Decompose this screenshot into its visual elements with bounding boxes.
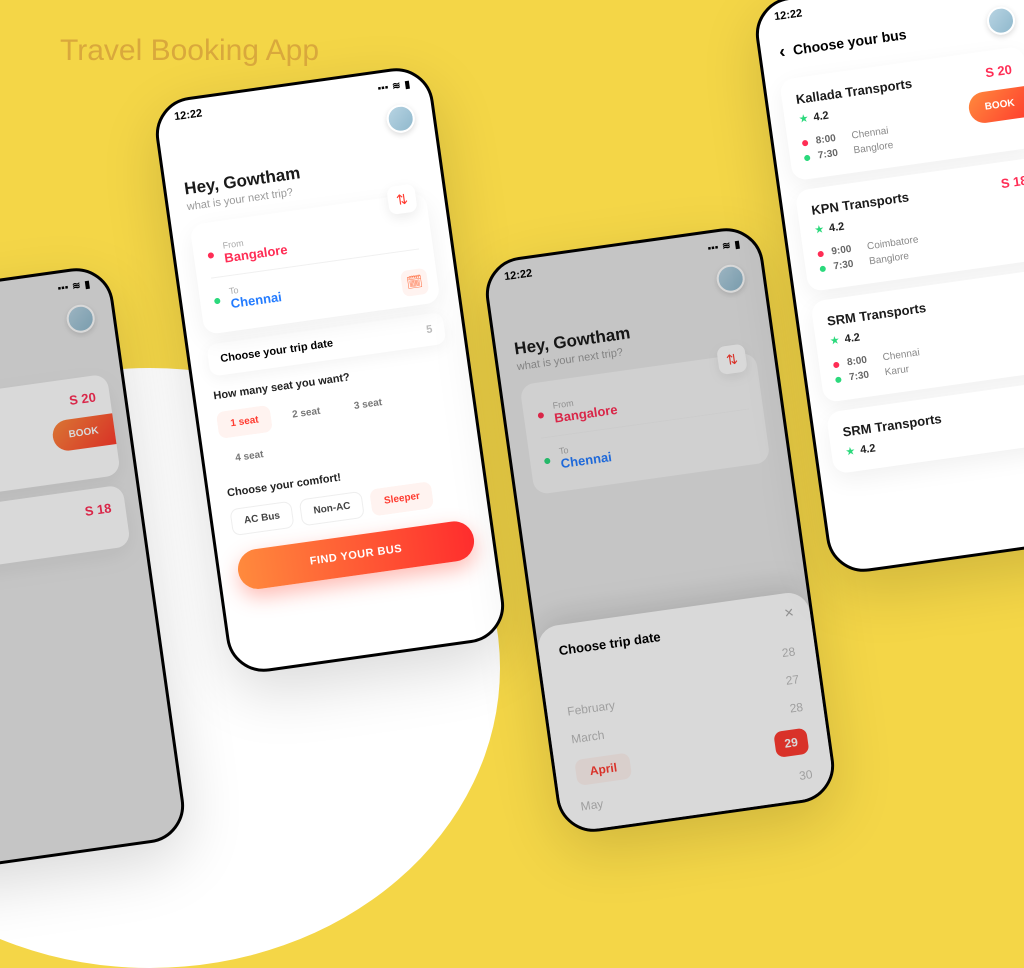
star-icon: ★ xyxy=(813,222,825,236)
bus-rating: 4.2 xyxy=(859,442,876,456)
route-card: ⇅ FromBangalore ToChennai 🗓 xyxy=(189,192,440,335)
status-time: 12:22 xyxy=(503,267,533,283)
back-icon[interactable]: ‹ xyxy=(778,41,787,63)
seat-option[interactable]: 3 seat xyxy=(339,387,397,421)
dot-icon xyxy=(207,252,214,259)
avatar[interactable] xyxy=(385,103,417,135)
comfort-option[interactable]: Non-AC xyxy=(299,491,365,527)
star-icon: ★ xyxy=(845,444,857,458)
seat-option[interactable]: 1 seat xyxy=(216,405,274,439)
comfort-option[interactable]: Sleeper xyxy=(369,481,434,516)
avatar[interactable] xyxy=(65,303,97,335)
phone-datepicker: 12:22 ▪▪▪≋▮ Hey, Gowtham what is your ne… xyxy=(481,223,839,836)
swap-icon[interactable]: ⇅ xyxy=(386,184,418,216)
seat-option[interactable]: 4 seat xyxy=(221,439,279,473)
bus-rating: 4.2 xyxy=(813,109,830,123)
bus-rating: 4.2 xyxy=(844,331,861,345)
bus-card[interactable]: S 18 KPN Transports ★4.2 9:00Coimbatore … xyxy=(795,157,1024,292)
calendar-icon[interactable]: 🗓 xyxy=(400,268,429,297)
status-time: 12:22 xyxy=(773,7,803,23)
bus-card[interactable]: SRM Transports ★4.2 8:00Chennai 7:30Karu… xyxy=(810,268,1024,403)
comfort-option[interactable]: AC Bus xyxy=(229,501,294,536)
bus-price: S 18 xyxy=(84,500,113,519)
star-icon: ★ xyxy=(829,333,841,347)
bus-price: S 18 xyxy=(1000,173,1024,192)
avatar[interactable] xyxy=(985,5,1017,37)
dot-icon xyxy=(214,297,221,304)
page-title: Travel Booking App xyxy=(60,34,319,68)
star-icon: ★ xyxy=(798,111,810,125)
bus-card[interactable]: S 20 Kallada Transports ★4.2 BOOK 8:00Ch… xyxy=(779,46,1024,181)
route-card: ⇅ FromBangalore ToChennai xyxy=(519,352,770,495)
bus-card[interactable]: S 18 KPN Transports ★4.2 xyxy=(0,485,131,581)
swap-icon[interactable]: ⇅ xyxy=(716,344,748,376)
date-prompt: Choose your trip date xyxy=(220,337,334,365)
close-icon[interactable]: × xyxy=(783,604,795,623)
seat-option[interactable]: 2 seat xyxy=(278,396,336,430)
bus-rating: 4.2 xyxy=(828,220,845,234)
bus-price: S 20 xyxy=(68,389,97,408)
date-value: 5 xyxy=(425,323,433,336)
bus-price: S 20 xyxy=(984,62,1013,81)
avatar[interactable] xyxy=(715,263,747,295)
status-time: 12:22 xyxy=(173,107,203,123)
date-sheet: × Choose trip date 28 February27 March28… xyxy=(535,590,835,833)
